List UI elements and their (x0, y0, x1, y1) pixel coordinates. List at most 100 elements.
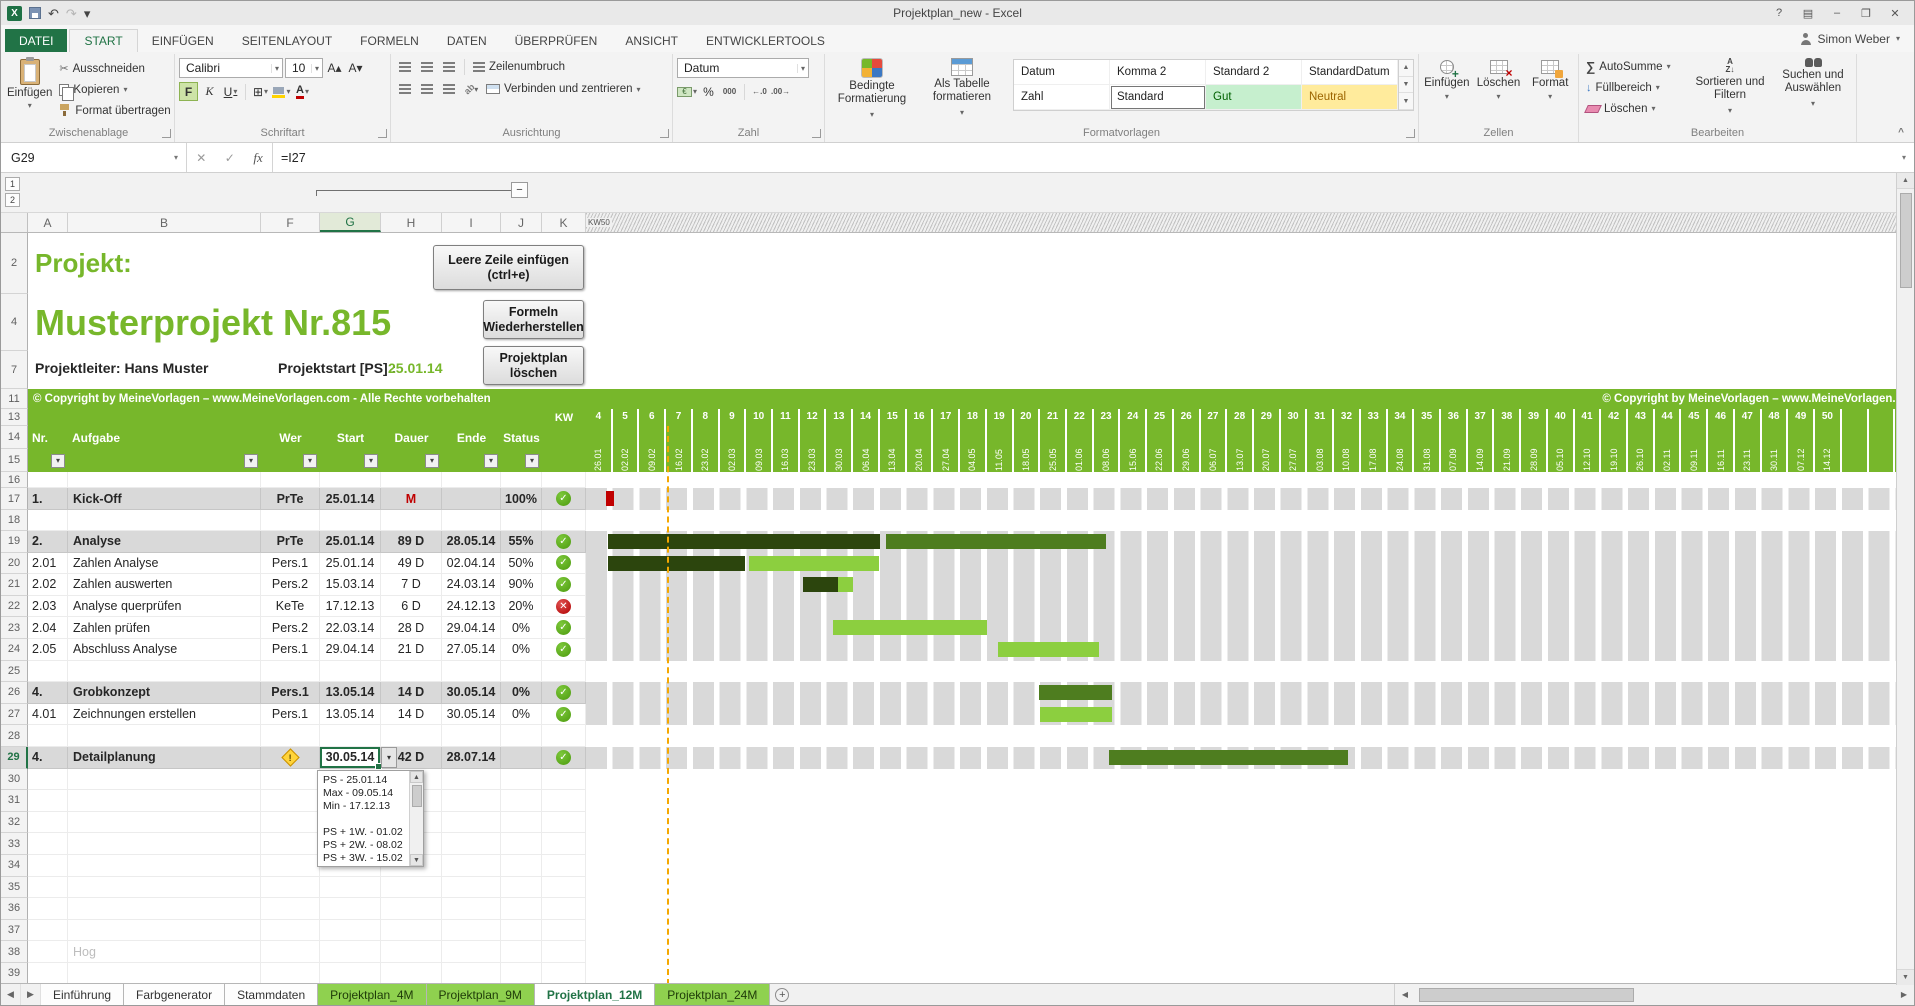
week-column-14[interactable]: 1406.04 (853, 409, 880, 472)
cell-duration-17[interactable]: M (381, 488, 442, 510)
cancel-icon[interactable]: ✕ (196, 151, 206, 165)
cell-who-24[interactable]: Pers.1 (261, 639, 320, 661)
sheet-tab-stammdaten[interactable]: Stammdaten (225, 984, 318, 1005)
week-column-27[interactable]: 2706.07 (1201, 409, 1228, 472)
ribbon-tab-seitenlayout[interactable]: SEITENLAYOUT (228, 29, 346, 52)
ribbon-tab-formeln[interactable]: FORMELN (346, 29, 433, 52)
week-column-42[interactable]: 4219.10 (1601, 409, 1628, 472)
week-column-33[interactable]: 3317.08 (1361, 409, 1388, 472)
filter-button-status[interactable]: ▾ (525, 454, 539, 468)
insert-empty-row-button[interactable]: Leere Zeile einfügen (ctrl+e) (433, 245, 584, 290)
cell-style-neutral[interactable]: Neutral (1302, 85, 1398, 110)
align-top-icon[interactable] (395, 58, 415, 76)
cell-task-23[interactable]: Zahlen prüfen (68, 617, 261, 639)
cell-percent-17[interactable]: 100% (501, 488, 542, 510)
week-column-5[interactable]: 502.02 (613, 409, 640, 472)
cell-who-26[interactable]: Pers.1 (261, 682, 320, 704)
cell-nr-38[interactable] (28, 941, 68, 963)
cell-task-31[interactable] (68, 790, 261, 812)
fill-color-icon[interactable]: ▾ (272, 82, 291, 101)
cell-status-19[interactable]: ✓ (542, 531, 586, 553)
cell-status-27[interactable]: ✓ (542, 704, 586, 726)
cell-style-standard[interactable]: Standard (1110, 85, 1206, 110)
cell-percent-28[interactable] (501, 725, 542, 747)
cell-nr-32[interactable] (28, 812, 68, 834)
dialog-launcher-icon[interactable] (162, 129, 171, 138)
row-header-38[interactable]: 38 (1, 941, 28, 963)
week-column-45[interactable]: 4509.11 (1681, 409, 1708, 472)
week-column-7[interactable]: 716.02 (666, 409, 693, 472)
autosum-button[interactable]: ∑AutoSumme▾ (1583, 58, 1686, 75)
cell-status-31[interactable] (542, 790, 586, 812)
row-header-17[interactable]: 17 (1, 488, 28, 510)
week-column-22[interactable]: 2201.06 (1067, 409, 1094, 472)
gantt-row-35[interactable] (586, 877, 1914, 899)
cell-duration-16[interactable] (381, 472, 442, 488)
format-painter-button[interactable]: Format übertragen (56, 102, 173, 119)
cell-end-22[interactable]: 24.12.13 (442, 596, 501, 618)
cell-who-29[interactable]: ! (261, 747, 320, 769)
cell-nr-19[interactable]: 2. (28, 531, 68, 553)
cell-who-38[interactable] (261, 941, 320, 963)
row-header-29[interactable]: 29 (1, 747, 28, 769)
italic-button[interactable]: K (200, 82, 219, 101)
week-column-50[interactable]: 5014.12 (1815, 409, 1842, 472)
cell-start-21[interactable]: 15.03.14 (320, 574, 381, 596)
row-header-36[interactable]: 36 (1, 898, 28, 920)
filter-button-ende[interactable]: ▾ (484, 454, 498, 468)
cell-status-16[interactable] (542, 472, 586, 488)
row-header-31[interactable]: 31 (1, 790, 28, 812)
row-header-18[interactable]: 18 (1, 510, 28, 531)
cell-status-36[interactable] (542, 898, 586, 920)
clear-plan-button[interactable]: Projektplan löschen (483, 346, 584, 385)
cell-end-21[interactable]: 24.03.14 (442, 574, 501, 596)
cell-task-24[interactable]: Abschluss Analyse (68, 639, 261, 661)
cell-who-28[interactable] (261, 725, 320, 747)
row-header-27[interactable]: 27 (1, 704, 28, 726)
cell-status-29[interactable]: ✓ (542, 747, 586, 769)
increase-decimal-icon[interactable]: ←.0 (750, 82, 769, 101)
dialog-launcher-icon[interactable] (1406, 129, 1415, 138)
week-column-31[interactable]: 3103.08 (1307, 409, 1334, 472)
cell-nr-23[interactable]: 2.04 (28, 617, 68, 639)
week-column-29[interactable]: 2920.07 (1254, 409, 1281, 472)
gantt-row-34[interactable] (586, 855, 1914, 877)
sheet-nav-right-icon[interactable]: ▶ (21, 984, 41, 1005)
dialog-launcher-icon[interactable] (812, 129, 821, 138)
cell-who-32[interactable] (261, 812, 320, 834)
week-column-44[interactable]: 4402.11 (1655, 409, 1682, 472)
week-column-9[interactable]: 902.03 (720, 409, 747, 472)
row-header-16[interactable]: 16 (1, 472, 28, 488)
sheet-tab-farbgenerator[interactable]: Farbgenerator (124, 984, 225, 1005)
row-header-24[interactable]: 24 (1, 639, 28, 661)
cell-who-18[interactable] (261, 510, 320, 531)
week-column-21[interactable]: 2125.05 (1040, 409, 1067, 472)
name-box-dropdown-icon[interactable]: ▾ (166, 153, 186, 162)
name-box[interactable]: G29 ▾ (1, 143, 187, 172)
cell-duration-22[interactable]: 6 D (381, 596, 442, 618)
week-column-13[interactable]: 1330.03 (826, 409, 853, 472)
cell-status-39[interactable] (542, 963, 586, 983)
ribbon-tab-einf-gen[interactable]: EINFÜGEN (138, 29, 228, 52)
ribbon-tab-entwicklertools[interactable]: ENTWICKLERTOOLS (692, 29, 839, 52)
cell-task-18[interactable] (68, 510, 261, 531)
sheet-tab-projektplan-4m[interactable]: Projektplan_4M (318, 984, 426, 1005)
row-header-35[interactable]: 35 (1, 877, 28, 899)
cell-duration-39[interactable] (381, 963, 442, 983)
column-header-a[interactable]: A (28, 213, 68, 232)
cell-end-23[interactable]: 29.04.14 (442, 617, 501, 639)
cell-percent-23[interactable]: 0% (501, 617, 542, 639)
cell-nr-18[interactable] (28, 510, 68, 531)
cell-percent-26[interactable]: 0% (501, 682, 542, 704)
dialog-launcher-icon[interactable] (378, 129, 387, 138)
filter-button-wer[interactable]: ▾ (303, 454, 317, 468)
week-column-16[interactable]: 1620.04 (907, 409, 934, 472)
cell-nr-25[interactable] (28, 661, 68, 683)
cell-nr-36[interactable] (28, 898, 68, 920)
formula-input[interactable]: =I27 (273, 143, 1894, 172)
ribbon-tab-ansicht[interactable]: ANSICHT (611, 29, 692, 52)
cell-nr-16[interactable] (28, 472, 68, 488)
sheet-tab-projektplan-12m[interactable]: Projektplan_12M (535, 984, 655, 1005)
cell-duration-35[interactable] (381, 877, 442, 899)
week-column-36[interactable]: 3607.09 (1441, 409, 1468, 472)
